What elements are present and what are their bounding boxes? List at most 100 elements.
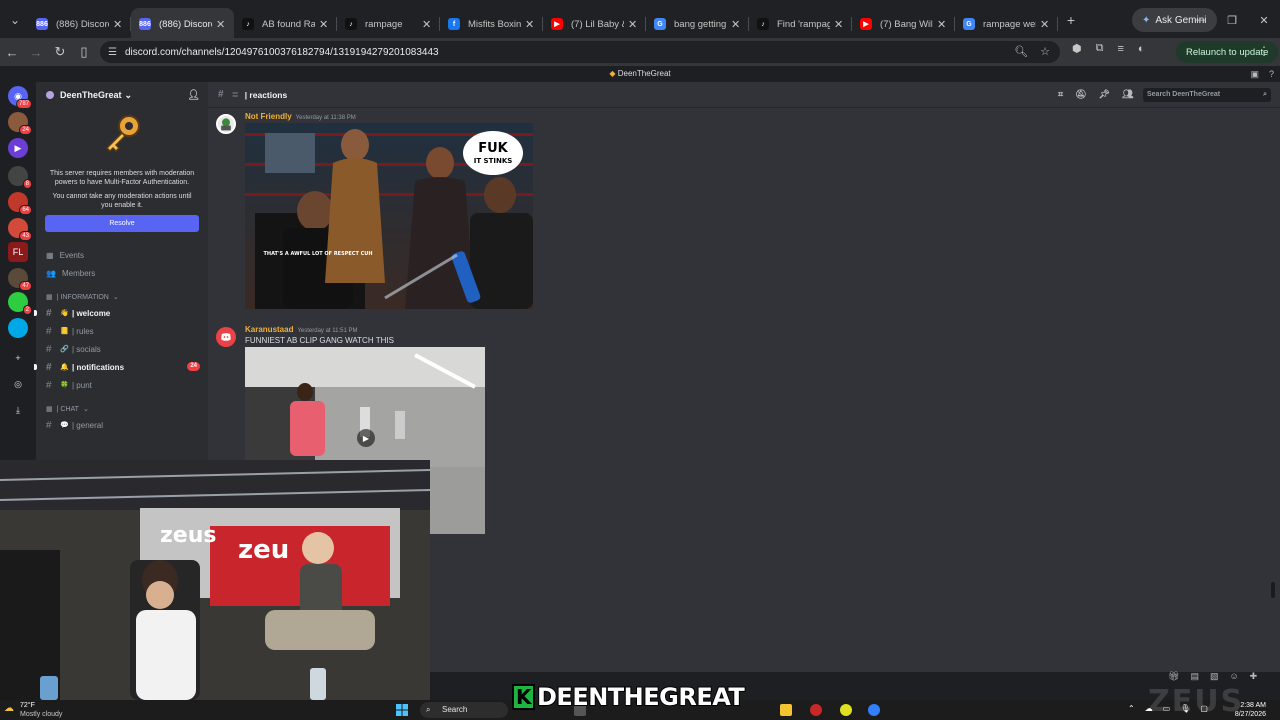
- browser-tab[interactable]: 886 (886) Discord | ✕: [28, 8, 131, 40]
- temperature: 72°F: [20, 702, 35, 709]
- play-button-icon[interactable]: ▶: [357, 429, 375, 447]
- sidebar-item-members[interactable]: 👥 Members: [36, 264, 208, 282]
- close-tab-icon[interactable]: ✕: [834, 18, 844, 31]
- sidebar-item-events[interactable]: ▦ Events: [36, 246, 208, 264]
- server-icon[interactable]: ◉ 787: [8, 86, 32, 109]
- server-icon[interactable]: 8: [8, 166, 32, 189]
- download-icon[interactable]: ⤓: [8, 400, 28, 420]
- tray-overflow-icon[interactable]: ⌃: [1128, 704, 1135, 713]
- channel-item[interactable]: # 🔗 | socials: [36, 340, 208, 358]
- guild-icon: [46, 91, 54, 99]
- search-input[interactable]: Search DeenTheGreat ⌕: [1143, 88, 1271, 102]
- sticker-icon[interactable]: ▧: [1210, 671, 1219, 682]
- resolve-button[interactable]: Resolve: [45, 215, 199, 232]
- avatar[interactable]: [216, 327, 236, 347]
- browser-tab[interactable]: ♪ AB found Ramp ✕: [234, 8, 337, 40]
- browser-tab[interactable]: f Misfits Boxing ✕: [440, 8, 543, 40]
- chrome-menu-icon[interactable]: ⋮: [1258, 44, 1270, 58]
- close-tab-icon[interactable]: ✕: [422, 18, 432, 31]
- channel-category[interactable]: ▦ | INFORMATION ⌄: [36, 290, 208, 304]
- discover-icon[interactable]: ◎: [8, 374, 28, 394]
- message-author[interactable]: Not Friendly Yesterday at 11:38 PM: [245, 112, 356, 121]
- channel-item[interactable]: # 🍀 | punt: [36, 376, 208, 394]
- server-icon[interactable]: ▶: [8, 138, 28, 158]
- emoji-icon[interactable]: ☺: [1229, 671, 1238, 682]
- image-attachment[interactable]: FUK IT STINKS THAT'S A AWFUL LOT OF RESP…: [245, 123, 533, 309]
- channel-item[interactable]: # 📒 | rules: [36, 322, 208, 340]
- browser-tab[interactable]: Gbang getting cl ✕: [646, 8, 749, 40]
- tab-list: 886 (886) Discord | ✕ 886 (886) Discord | ✕ ♪ A…: [28, 0, 1058, 40]
- close-tab-icon[interactable]: ✕: [731, 18, 741, 31]
- app-icon[interactable]: [810, 704, 822, 716]
- profile-avatar[interactable]: ◐: [1138, 43, 1145, 55]
- scrollbar-thumb[interactable]: [1271, 582, 1275, 598]
- close-tab-icon[interactable]: ✕: [319, 18, 329, 31]
- server-icon[interactable]: 47: [8, 268, 32, 291]
- guild-header[interactable]: DeenTheGreat ⌄ 👤︎: [36, 82, 208, 108]
- close-tab-icon[interactable]: ✕: [1040, 18, 1050, 31]
- weather-widget[interactable]: 72°F Mostly cloudy: [20, 701, 62, 719]
- app-icon[interactable]: [868, 704, 880, 716]
- restore-icon[interactable]: ❐: [1216, 0, 1248, 40]
- forward-icon[interactable]: →: [24, 45, 48, 60]
- pin-icon[interactable]: 📌︎: [1099, 89, 1110, 100]
- server-icon[interactable]: 64: [8, 192, 32, 215]
- app-icon[interactable]: [840, 704, 852, 716]
- channel-sidebar: DeenTheGreat ⌄ 👤︎ This server requires m…: [34, 82, 208, 460]
- browser-tab[interactable]: 886 (886) Discord | ✕: [131, 8, 234, 40]
- member-list-icon[interactable]: 👥︎: [1122, 89, 1133, 100]
- browser-tab[interactable]: ♪ Find 'rampage' ✕: [749, 8, 852, 40]
- close-tab-icon[interactable]: ✕: [216, 18, 226, 31]
- message-author[interactable]: Karanustaad Yesterday at 11:51 PM: [245, 325, 358, 334]
- channel-header: # ≣ | reactions ⌗ 🔕︎ 📌︎ 👥︎ Search DeenTh…: [208, 82, 1280, 108]
- browser-tab[interactable]: Grampage weigh ✕: [955, 8, 1058, 40]
- author-name: Karanustaad: [245, 325, 294, 334]
- browser-tab[interactable]: ♪ rampage ✕: [337, 8, 440, 40]
- category-name: | INFORMATION: [56, 293, 109, 301]
- channel-item[interactable]: # 👋 | welcome: [34, 304, 208, 322]
- close-window-icon[interactable]: ✕: [1248, 0, 1280, 40]
- tab-favicon-icon: ♪: [757, 18, 769, 30]
- server-icon[interactable]: 24: [8, 112, 32, 135]
- gift-icon[interactable]: 🎁︎: [1168, 671, 1179, 682]
- close-tab-icon[interactable]: ✕: [937, 18, 947, 31]
- media-controls-icon[interactable]: ≡: [1117, 43, 1123, 55]
- reload-icon[interactable]: ↻: [48, 44, 72, 60]
- site-info-icon[interactable]: ☰: [108, 47, 117, 58]
- windows-start-icon[interactable]: [396, 704, 408, 716]
- close-tab-icon[interactable]: ✕: [525, 18, 535, 31]
- zoom-icon[interactable]: 🔍︎: [1014, 45, 1028, 58]
- category-name: | CHAT: [56, 405, 79, 413]
- extensions-puzzle-icon[interactable]: ⧉: [1096, 42, 1104, 55]
- tab-search-icon[interactable]: ⌄: [2, 7, 28, 33]
- threads-icon[interactable]: ⌗: [1058, 89, 1063, 100]
- channel-category[interactable]: ▦ | CHAT ⌄: [36, 402, 208, 416]
- help-icon[interactable]: ?: [1269, 66, 1274, 82]
- side-panel-icon[interactable]: ▯: [72, 44, 96, 60]
- inbox-icon[interactable]: ▣: [1250, 66, 1259, 82]
- gif-icon[interactable]: ▤: [1190, 671, 1199, 682]
- server-icon[interactable]: 2: [8, 292, 32, 315]
- apps-icon[interactable]: ✚: [1250, 671, 1258, 682]
- server-icon[interactable]: [8, 318, 28, 338]
- channel-item[interactable]: # 🔔 | notifications 24: [34, 358, 208, 376]
- back-icon[interactable]: ←: [0, 45, 24, 60]
- extension-icon[interactable]: ⬢: [1072, 42, 1082, 55]
- explorer-icon[interactable]: [780, 704, 792, 716]
- new-tab-button[interactable]: +: [1060, 12, 1082, 28]
- notifications-muted-icon[interactable]: 🔕︎: [1075, 89, 1086, 100]
- close-tab-icon[interactable]: ✕: [628, 18, 638, 31]
- channel-item[interactable]: # 💬 | general: [36, 416, 208, 434]
- add-user-icon[interactable]: 👤︎: [187, 90, 200, 101]
- server-icon[interactable]: 43: [8, 218, 32, 241]
- close-tab-icon[interactable]: ✕: [113, 18, 123, 31]
- avatar[interactable]: [216, 114, 236, 134]
- minimize-icon[interactable]: —: [1184, 0, 1216, 40]
- browser-tab[interactable]: ▶ (7) Lil Baby & 4 ✕: [543, 8, 646, 40]
- taskbar-search[interactable]: ⌕ Search: [420, 702, 508, 718]
- browser-tab[interactable]: ▶ (7) Bang William ✕: [852, 8, 955, 40]
- address-bar[interactable]: ☰ discord.com/channels/12049761003761827…: [100, 41, 1060, 63]
- server-icon[interactable]: FL: [8, 242, 28, 262]
- bookmark-star-icon[interactable]: ☆: [1040, 45, 1050, 58]
- add-server-icon[interactable]: +: [8, 348, 28, 368]
